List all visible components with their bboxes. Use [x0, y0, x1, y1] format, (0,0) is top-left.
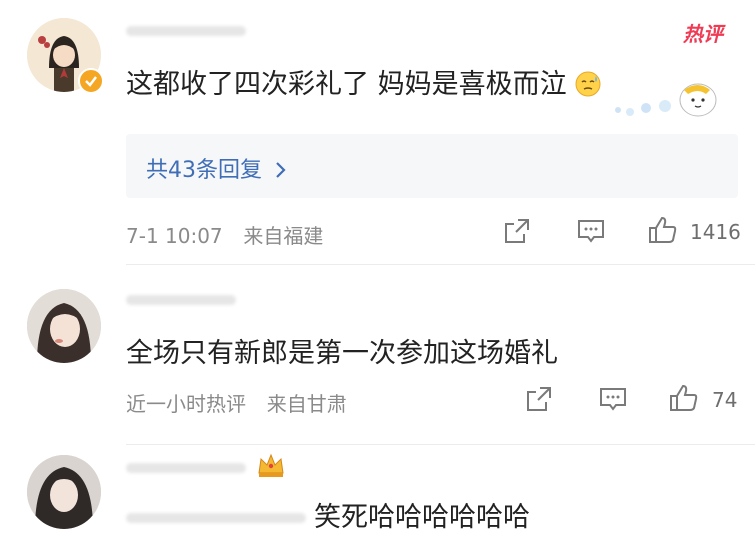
- verified-badge-icon: [78, 68, 104, 94]
- timestamp: 近一小时热评: [126, 392, 246, 416]
- like-count: 1416: [690, 220, 741, 244]
- chevron-right-icon: [275, 158, 287, 183]
- username[interactable]: [126, 463, 246, 473]
- comment-item: 全场只有新郎是第一次参加这场婚礼 近一小时热评 来自甘肃 74: [0, 265, 755, 445]
- comment-icon[interactable]: [576, 216, 606, 246]
- like-icon[interactable]: [668, 382, 698, 412]
- timestamp: 7-1 10:07: [126, 224, 223, 248]
- comment-icon[interactable]: [598, 384, 628, 414]
- location: 来自甘肃: [266, 392, 347, 416]
- avatar-photo: [27, 289, 101, 363]
- comment-text: 这都收了四次彩礼了 妈妈是喜极而泣: [126, 62, 601, 101]
- avatar[interactable]: [27, 455, 101, 529]
- username[interactable]: [126, 295, 236, 305]
- hot-comment-badge: 热评: [683, 22, 723, 46]
- avatar-photo: [27, 455, 101, 529]
- comment-item: 热评 这都收了四次彩礼了 妈妈是喜极而泣 共43条回复 7-1 10:07 来自…: [0, 0, 755, 265]
- bubble-decoration-icon: [610, 78, 720, 124]
- like-icon[interactable]: [647, 214, 677, 244]
- comment-meta: 近一小时热评 来自甘肃: [126, 388, 347, 417]
- comment-text-body: 这都收了四次彩礼了 妈妈是喜极而泣: [126, 69, 567, 100]
- comment-text: 笑死哈哈哈哈哈哈: [314, 502, 530, 533]
- share-icon[interactable]: [502, 216, 532, 246]
- comment-item: 笑死哈哈哈哈哈哈: [0, 445, 755, 549]
- sweat-emoji-icon: [575, 71, 601, 97]
- crown-badge-icon: [256, 451, 286, 479]
- replies-count-label: 共43条回复: [146, 158, 262, 183]
- comment-meta: 7-1 10:07 来自福建: [126, 220, 323, 249]
- like-count: 74: [712, 388, 738, 412]
- reply-mention[interactable]: [126, 513, 306, 523]
- username[interactable]: [126, 26, 246, 36]
- location: 来自福建: [243, 224, 324, 248]
- replies-box[interactable]: 共43条回复: [126, 134, 738, 198]
- comment-text: 全场只有新郎是第一次参加这场婚礼: [126, 338, 558, 369]
- share-icon[interactable]: [524, 384, 554, 414]
- avatar[interactable]: [27, 289, 101, 363]
- view-replies-link[interactable]: 共43条回复: [146, 152, 287, 184]
